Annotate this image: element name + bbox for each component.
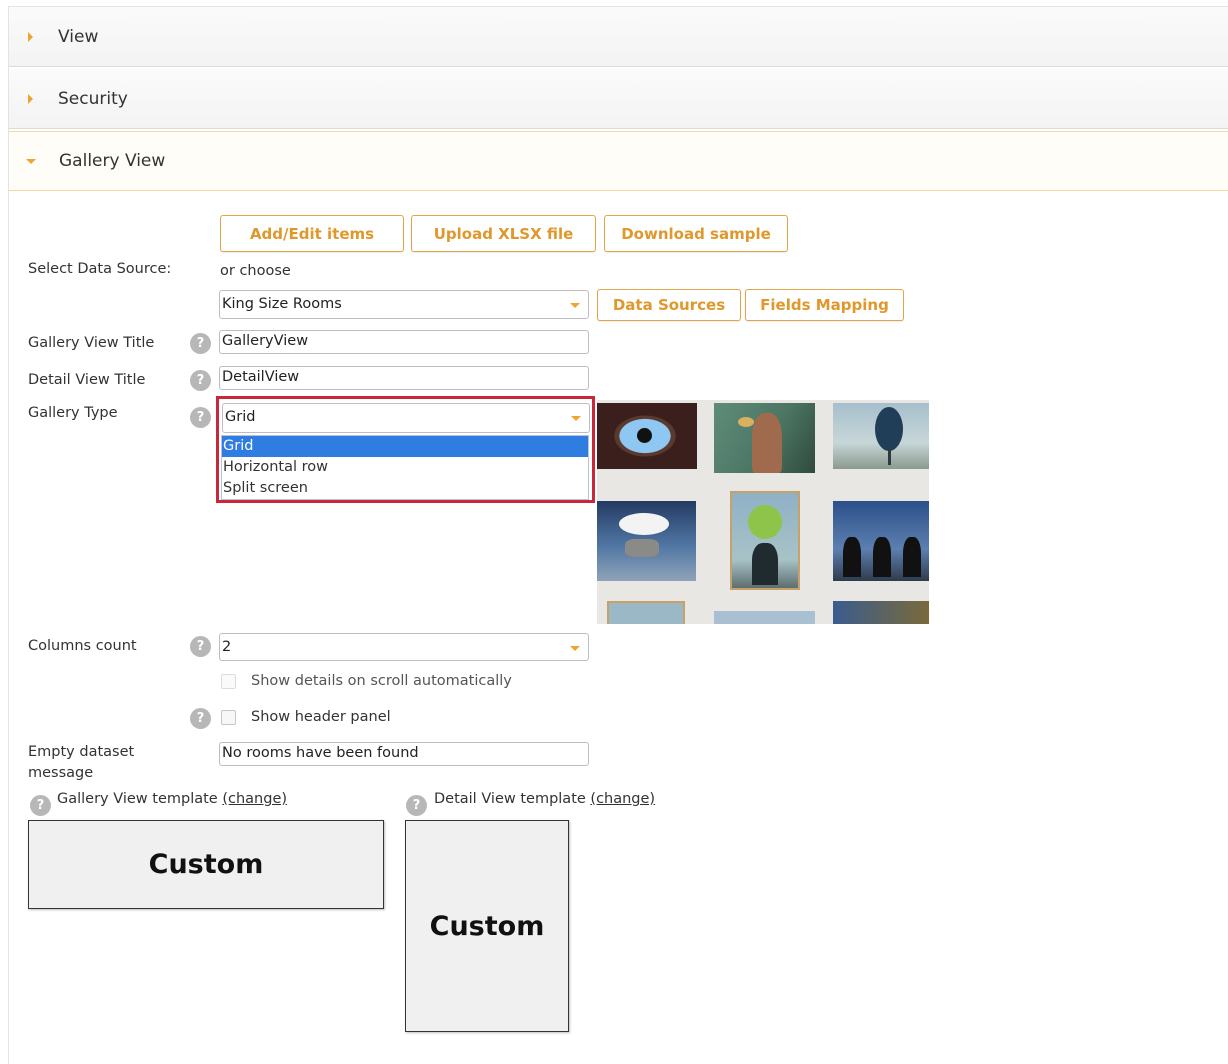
- chevron-right-icon: [28, 31, 33, 42]
- gallery-view-template-box[interactable]: Custom: [28, 820, 384, 909]
- upload-xlsx-button[interactable]: Upload XLSX file: [411, 215, 596, 252]
- help-icon[interactable]: ?: [190, 708, 211, 729]
- download-sample-button[interactable]: Download sample: [604, 215, 788, 252]
- gallery-type-value: Grid: [225, 409, 256, 425]
- show-details-label: Show details on scroll automatically: [251, 673, 512, 689]
- empty-dataset-label-line: Empty dataset: [28, 744, 135, 760]
- show-details-checkbox[interactable]: [221, 674, 236, 689]
- help-icon[interactable]: ?: [190, 370, 211, 391]
- chevron-down-icon: [570, 303, 580, 308]
- detail-template-label: Detail View template: [434, 791, 586, 807]
- gallery-type-dropdown-highlight: Grid Grid Horizontal row Split screen: [216, 396, 595, 503]
- fields-mapping-button[interactable]: Fields Mapping: [745, 289, 904, 321]
- show-header-checkbox[interactable]: [221, 710, 236, 725]
- preview-image: [714, 403, 815, 473]
- chevron-right-icon: [28, 93, 33, 104]
- accordion-security-label: Security: [58, 88, 128, 109]
- show-header-label: Show header panel: [251, 709, 391, 725]
- gallery-view-title-input[interactable]: GalleryView: [219, 330, 589, 354]
- empty-dataset-label: Empty dataset message: [28, 742, 134, 784]
- gallery-template-label-row: Gallery View template (change): [57, 791, 287, 807]
- gallery-type-label: Gallery Type: [28, 405, 118, 421]
- help-icon[interactable]: ?: [30, 795, 51, 816]
- detail-view-title-input[interactable]: DetailView: [219, 366, 589, 390]
- gallery-template-label: Gallery View template: [57, 791, 218, 807]
- select-data-source-label: Select Data Source:: [28, 261, 172, 277]
- chevron-down-icon: [571, 416, 581, 421]
- columns-count-label: Columns count: [28, 638, 137, 654]
- gallery-type-option[interactable]: Grid: [222, 436, 588, 457]
- accordion-gallery-view-label: Gallery View: [59, 151, 166, 171]
- gallery-template-change-link[interactable]: (change): [222, 791, 287, 807]
- data-sources-button[interactable]: Data Sources: [597, 289, 741, 321]
- gallery-type-select[interactable]: Grid: [222, 403, 590, 433]
- detail-view-template-box[interactable]: Custom: [405, 820, 569, 1032]
- add-edit-items-button[interactable]: Add/Edit items: [220, 215, 404, 252]
- data-source-value: King Size Rooms: [222, 296, 342, 312]
- help-icon[interactable]: ?: [190, 407, 211, 428]
- empty-dataset-label-line: message: [28, 765, 94, 781]
- preview-image: [833, 601, 929, 624]
- gallery-type-options: Grid Horizontal row Split screen: [221, 435, 589, 500]
- preview-image: [730, 491, 800, 590]
- accordion-view[interactable]: View: [9, 7, 1228, 67]
- preview-image: [607, 601, 685, 624]
- accordion-gallery-view[interactable]: Gallery View: [9, 131, 1228, 191]
- help-icon[interactable]: ?: [190, 636, 211, 657]
- preview-image: [833, 501, 929, 581]
- gallery-type-option[interactable]: Horizontal row: [222, 457, 588, 478]
- chevron-down-icon: [570, 646, 580, 651]
- preview-image: [597, 403, 697, 469]
- columns-count-select[interactable]: 2: [219, 633, 589, 661]
- help-icon[interactable]: ?: [406, 795, 427, 816]
- help-icon[interactable]: ?: [190, 333, 211, 354]
- preview-image: [714, 611, 815, 624]
- preview-image: [833, 403, 929, 469]
- detail-template-label-row: Detail View template (change): [434, 791, 655, 807]
- or-choose-label: or choose: [220, 263, 291, 279]
- accordion-security[interactable]: Security: [9, 69, 1228, 129]
- gallery-view-title-label: Gallery View Title: [28, 335, 155, 351]
- detail-template-change-link[interactable]: (change): [590, 791, 655, 807]
- gallery-type-option[interactable]: Split screen: [222, 478, 588, 499]
- empty-dataset-message-input[interactable]: No rooms have been found: [219, 742, 589, 766]
- columns-count-value: 2: [222, 639, 232, 655]
- chevron-down-icon: [26, 158, 36, 164]
- detail-view-title-label: Detail View Title: [28, 372, 146, 388]
- preview-image: [597, 501, 696, 581]
- data-source-select[interactable]: King Size Rooms: [219, 290, 589, 319]
- gallery-type-preview: [597, 400, 929, 624]
- accordion-view-label: View: [58, 26, 99, 47]
